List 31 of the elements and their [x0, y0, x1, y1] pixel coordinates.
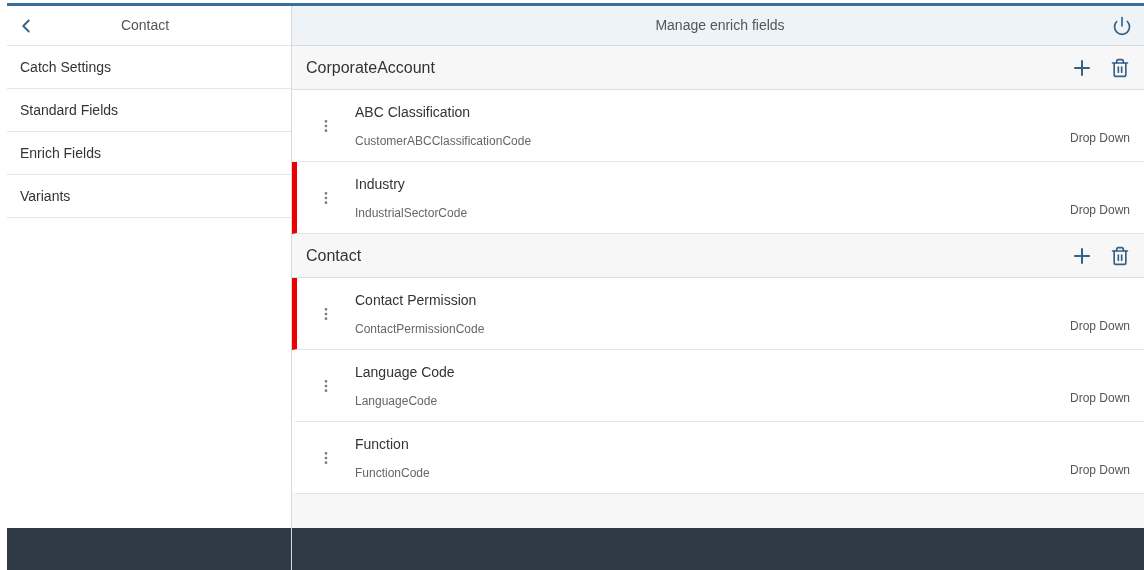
delete-icon[interactable]	[1110, 245, 1130, 266]
field-type: Drop Down	[1069, 462, 1130, 479]
field-code: LanguageCode	[355, 393, 439, 410]
field-row[interactable]: ABC Classification CustomerABCClassificationCode Drop Down	[292, 90, 1144, 162]
delete-icon[interactable]	[1110, 57, 1130, 78]
field-row[interactable]: Function FunctionCode Drop Down	[292, 422, 1144, 494]
field-label: ABC Classification	[355, 103, 472, 122]
sidebar-item[interactable]: Standard Fields	[7, 89, 291, 132]
sidebar-item[interactable]: Catch Settings	[7, 46, 291, 89]
sidebar-title: Contact	[119, 16, 171, 35]
sidebar-item[interactable]: Enrich Fields	[7, 132, 291, 175]
field-label: Contact Permission	[355, 291, 478, 310]
field-type: Drop Down	[1069, 390, 1130, 407]
field-type: Drop Down	[1069, 202, 1130, 219]
section-title: CorporateAccount	[306, 57, 436, 78]
field-row[interactable]: Language Code LanguageCode Drop Down	[292, 350, 1144, 422]
field-type: Drop Down	[1069, 318, 1130, 335]
field-code: FunctionCode	[355, 465, 431, 482]
section-title: Contact	[306, 245, 363, 266]
field-code: IndustrialSectorCode	[355, 205, 469, 222]
field-code: ContactPermissionCode	[355, 321, 486, 338]
field-label: Function	[355, 435, 410, 454]
page-title: Manage enrich fields	[654, 16, 786, 35]
field-type: Drop Down	[1069, 130, 1130, 147]
sidebar-item[interactable]: Variants	[7, 175, 291, 218]
field-code: CustomerABCClassificationCode	[355, 133, 533, 150]
field-label: Language Code	[355, 363, 456, 382]
field-row[interactable]: Industry IndustrialSectorCode Drop Down	[292, 162, 1144, 234]
field-row[interactable]: Contact Permission ContactPermissionCode Drop Down	[292, 278, 1144, 350]
field-label: Industry	[355, 175, 406, 194]
power-icon[interactable]	[1112, 15, 1132, 36]
